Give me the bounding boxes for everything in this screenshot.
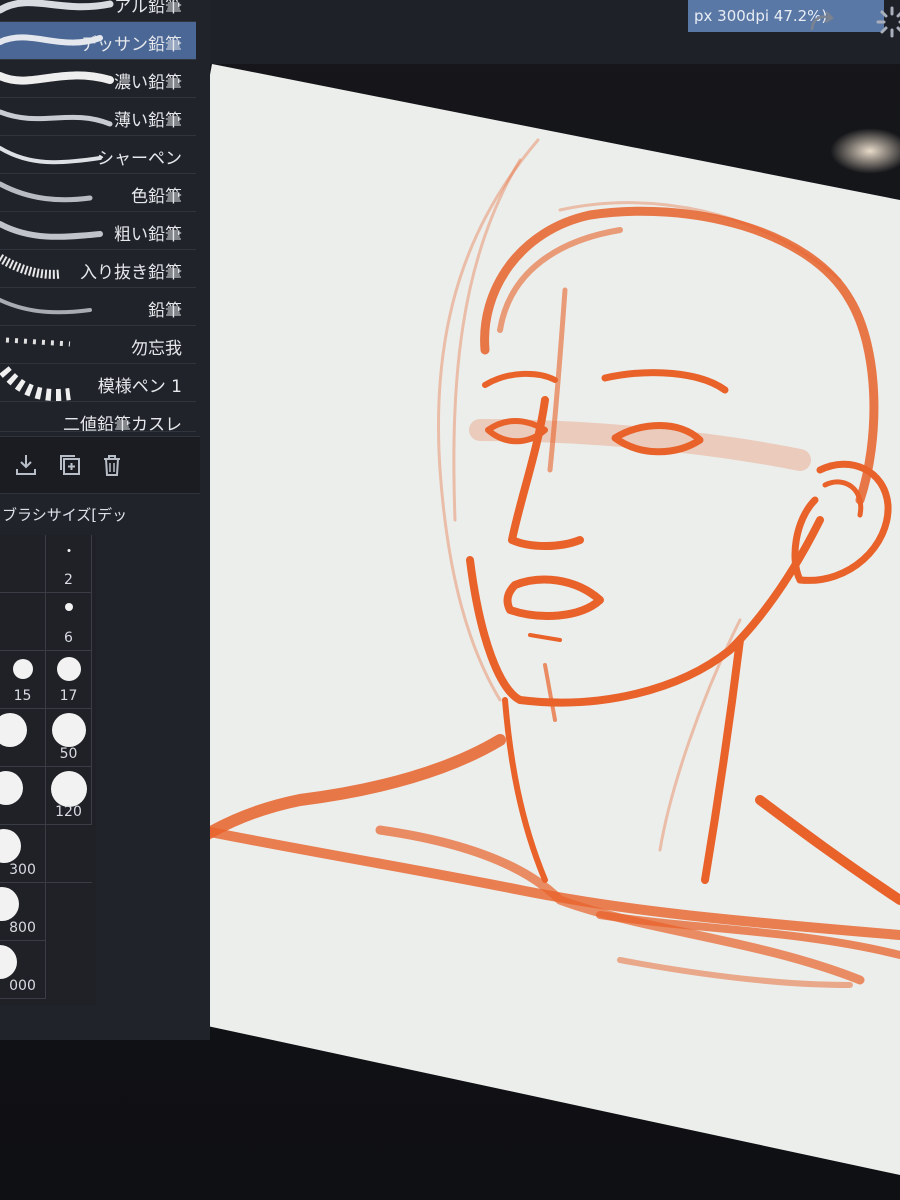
- brush-label: アル鉛筆: [114, 0, 182, 17]
- size-value: 17: [59, 688, 78, 704]
- brush-label: 薄い鉛筆: [114, 111, 182, 131]
- brush-label: 色鉛筆: [131, 187, 182, 207]
- duplicate-icon[interactable]: [56, 451, 84, 479]
- document-title: px 300dpi 47.2%): [688, 0, 884, 32]
- size-option[interactable]: [46, 825, 92, 883]
- brush-label: 勿忘我: [131, 339, 182, 359]
- size-option[interactable]: 2: [46, 535, 92, 593]
- brush-stroke-preview: [5, 337, 71, 347]
- size-value: 2: [64, 572, 73, 588]
- size-option[interactable]: 300: [0, 825, 46, 883]
- brush-item-9[interactable]: 勿忘我: [0, 326, 196, 364]
- brush-item-1[interactable]: デッサン鉛筆: [0, 22, 196, 60]
- brush-label: 粗い鉛筆: [114, 225, 182, 245]
- size-value: 50: [59, 746, 78, 762]
- size-option[interactable]: 120: [46, 767, 92, 825]
- brush-item-8[interactable]: 鉛筆: [0, 288, 196, 326]
- brush-stroke-preview: [0, 298, 92, 315]
- tablet-screen: px 300dpi 47.2%) アル鉛筆 デッサン鉛筆 濃い鉛筆 薄い鉛筆 シ…: [0, 0, 900, 1200]
- size-option[interactable]: [0, 593, 46, 651]
- size-option[interactable]: 15: [0, 651, 46, 709]
- brush-item-3[interactable]: 薄い鉛筆: [0, 98, 196, 136]
- settings-icon[interactable]: [870, 0, 900, 44]
- brush-item-5[interactable]: 色鉛筆: [0, 174, 196, 212]
- brush-item-10[interactable]: 模様ペン 1: [0, 364, 196, 402]
- brush-label: 鉛筆: [148, 301, 182, 321]
- brush-item-0[interactable]: アル鉛筆: [0, 0, 196, 22]
- size-option[interactable]: [0, 535, 46, 593]
- redo-icon[interactable]: [800, 0, 844, 44]
- brush-stroke-preview: [0, 221, 103, 240]
- size-option[interactable]: 6: [46, 593, 92, 651]
- trash-icon[interactable]: [98, 451, 126, 479]
- import-icon[interactable]: [12, 451, 40, 479]
- brush-label: 入り抜き鉛筆: [80, 263, 182, 283]
- size-value: 15: [13, 688, 32, 704]
- brush-stroke-preview: [0, 181, 93, 203]
- brush-label: 濃い鉛筆: [114, 73, 182, 93]
- size-value: 000: [9, 978, 36, 994]
- glare-reflection: [830, 128, 900, 174]
- size-value: 300: [9, 862, 36, 878]
- size-value: 120: [55, 804, 82, 820]
- brush-item-7[interactable]: 入り抜き鉛筆: [0, 250, 196, 288]
- size-option[interactable]: 000: [0, 941, 46, 999]
- size-option[interactable]: [0, 709, 46, 767]
- brush-item-6[interactable]: 粗い鉛筆: [0, 212, 196, 250]
- brush-size-grid: 2 6 15 17 50 120 300 800 000: [0, 535, 96, 1005]
- size-value: 800: [9, 920, 36, 936]
- size-option-edge: [92, 535, 94, 593]
- size-option[interactable]: [0, 767, 46, 825]
- top-toolbar: px 300dpi 47.2%): [210, 0, 900, 64]
- brush-actions: [0, 436, 200, 494]
- brush-panel: アル鉛筆 デッサン鉛筆 濃い鉛筆 薄い鉛筆 シャーペン 色鉛筆 粗い鉛筆 入り抜…: [0, 0, 210, 1040]
- brush-label: デッサン鉛筆: [80, 35, 182, 55]
- brush-item-11[interactable]: 二値鉛筆カスレ: [0, 402, 196, 432]
- brush-label: 模様ペン 1: [97, 377, 182, 397]
- brush-stroke-preview: [0, 71, 114, 85]
- size-option[interactable]: 800: [0, 883, 46, 941]
- brush-label: シャーペン: [97, 149, 182, 169]
- brush-size-title: ブラシサイズ[デッ: [2, 506, 128, 524]
- brush-stroke-preview: [0, 109, 113, 127]
- size-option[interactable]: 17: [46, 651, 92, 709]
- brush-stroke-preview: [0, 0, 114, 14]
- size-option[interactable]: 50: [46, 709, 92, 767]
- brush-item-4[interactable]: シャーペン: [0, 136, 196, 174]
- brush-item-2[interactable]: 濃い鉛筆: [0, 60, 196, 98]
- brush-label: 二値鉛筆カスレ: [63, 415, 182, 432]
- size-value: 6: [64, 630, 73, 646]
- brush-list: アル鉛筆 デッサン鉛筆 濃い鉛筆 薄い鉛筆 シャーペン 色鉛筆 粗い鉛筆 入り抜…: [0, 0, 200, 432]
